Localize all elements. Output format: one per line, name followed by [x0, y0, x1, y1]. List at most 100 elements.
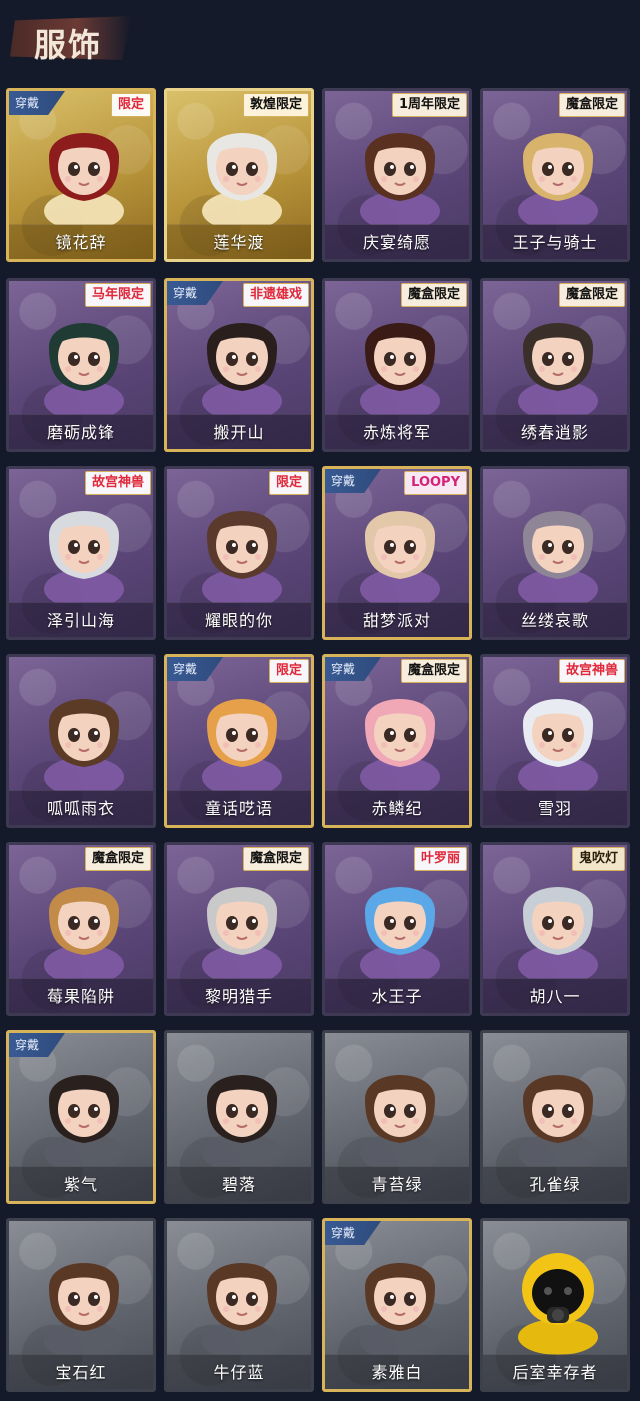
character-portrait [343, 105, 457, 225]
costume-card[interactable]: 孔雀绿 [480, 1030, 630, 1204]
brown-hair-girl-icon [202, 1263, 282, 1355]
captain-hat-boy-icon [518, 133, 598, 225]
costume-name: 雪羽 [537, 799, 572, 818]
costume-card[interactable]: 牛仔蓝 [164, 1218, 314, 1392]
costume-card[interactable]: 穿戴 素雅白 [322, 1218, 472, 1392]
costume-name: 赤鳞纪 [371, 799, 423, 818]
limited-badge: 故宫神兽 [558, 659, 625, 683]
limited-badge: 魔盒限定 [558, 283, 625, 307]
white-hair-girl-icon [518, 699, 598, 791]
character-portrait [27, 295, 141, 415]
limited-badge: 鬼吹灯 [571, 847, 625, 871]
costume-card[interactable]: 呱呱雨衣 [6, 654, 156, 828]
brown-hair-girl-icon [518, 1075, 598, 1167]
dark-hair-boy-icon [202, 323, 282, 415]
costume-card[interactable]: 魔盒限定 绣春逍影 [480, 278, 630, 452]
limited-badge: 魔盒限定 [558, 93, 625, 117]
limited-badge: 魔盒限定 [84, 847, 151, 871]
character-portrait [185, 105, 299, 225]
costume-card[interactable]: 丝缕哀歌 [480, 466, 630, 640]
costume-card[interactable]: 青苔绿 [322, 1030, 472, 1204]
character-portrait [343, 483, 457, 603]
costume-card[interactable]: 故宫神兽雪羽 [480, 654, 630, 828]
character-portrait [27, 105, 141, 225]
cake-boy-icon [360, 133, 440, 225]
character-portrait [185, 859, 299, 979]
costume-card[interactable]: 穿戴 LOOPY 甜梦派对 [322, 466, 472, 640]
costume-card[interactable]: 穿戴 非遗雄戏 搬开山 [164, 278, 314, 452]
costume-name: 紫气 [63, 1175, 98, 1194]
costume-name: 磨砺成锋 [46, 423, 115, 442]
costume-name: 后室幸存者 [512, 1363, 598, 1382]
costume-card[interactable]: 叶罗丽 水王子 [322, 842, 472, 1016]
costume-name: 孔雀绿 [529, 1175, 581, 1194]
costume-name: 甜梦派对 [362, 611, 431, 630]
costume-name: 童话呓语 [204, 799, 273, 818]
costume-card[interactable]: 后室幸存者 [480, 1218, 630, 1392]
masked-general-icon [360, 323, 440, 415]
character-portrait [501, 1235, 615, 1355]
costume-name: 泽引山海 [46, 611, 115, 630]
costume-card[interactable]: 故宫神兽 泽引山海 [6, 466, 156, 640]
character-portrait [501, 295, 615, 415]
costume-card[interactable]: 魔盒限定 王子与骑士 [480, 88, 630, 262]
costume-name: 镜花辞 [55, 233, 107, 252]
character-portrait [343, 295, 457, 415]
limited-badge: 魔盒限定 [400, 659, 467, 683]
costume-card[interactable]: 碧落 [164, 1030, 314, 1204]
costume-card[interactable]: 魔盒限定赤炼将军 [322, 278, 472, 452]
costume-card[interactable]: 敦煌限定 莲华渡 [164, 88, 314, 262]
gothic-girl-icon [518, 511, 598, 603]
limited-badge: 马年限定 [84, 283, 151, 307]
character-portrait [185, 1235, 299, 1355]
costume-card[interactable]: 宝石红 [6, 1218, 156, 1392]
costume-name: 耀眼的你 [204, 611, 273, 630]
character-portrait [27, 483, 141, 603]
goggles-boy-icon [518, 887, 598, 979]
costume-name: 宝石红 [55, 1363, 107, 1382]
limited-badge: 敦煌限定 [242, 93, 309, 117]
character-portrait [343, 671, 457, 791]
limited-badge: 1周年限定 [391, 93, 467, 117]
costume-card[interactable]: 限定 耀眼的你 [164, 466, 314, 640]
costume-card[interactable]: 鬼吹灯 胡八一 [480, 842, 630, 1016]
frog-hat-girl-icon [44, 699, 124, 791]
limited-badge: 叶罗丽 [413, 847, 467, 871]
limited-badge: 限定 [110, 93, 151, 117]
costume-name: 碧落 [221, 1175, 256, 1194]
white-hair-boy-icon [202, 133, 282, 225]
berry-hat-girl-icon [44, 887, 124, 979]
costume-name: 赤炼将军 [362, 423, 431, 442]
character-portrait [185, 671, 299, 791]
costume-card[interactable]: 1周年限定 庆宴绮愿 [322, 88, 472, 262]
character-portrait [343, 1235, 457, 1355]
character-portrait [501, 671, 615, 791]
costume-card[interactable]: 穿戴 限定 童话呓语 [164, 654, 314, 828]
costume-card[interactable]: 魔盒限定莓果陷阱 [6, 842, 156, 1016]
character-portrait [27, 1047, 141, 1167]
party-girl-icon [360, 511, 440, 603]
character-portrait [185, 295, 299, 415]
character-portrait [27, 859, 141, 979]
blue-hair-prince-icon [360, 887, 440, 979]
character-portrait [27, 671, 141, 791]
limited-badge: LOOPY [404, 471, 467, 495]
costume-grid: 穿戴 限定 镜花辞 敦煌限定 莲华渡 1周年限定 庆宴绮愿 魔盒限定 王子与骑士… [0, 0, 640, 1401]
hunter-boy-icon [202, 887, 282, 979]
pink-hair-girl-icon [360, 699, 440, 791]
costume-card[interactable]: 穿戴 限定 镜花辞 [6, 88, 156, 262]
character-portrait [27, 1235, 141, 1355]
brown-hair-girl-icon [44, 1263, 124, 1355]
costume-name: 搬开山 [213, 423, 265, 442]
limited-badge: 魔盒限定 [400, 283, 467, 307]
costume-card[interactable]: 穿戴 魔盒限定 赤鳞纪 [322, 654, 472, 828]
character-portrait [343, 859, 457, 979]
braid-boy-icon [44, 1075, 124, 1167]
costume-card[interactable]: 穿戴 紫气 [6, 1030, 156, 1204]
costume-name: 莓果陷阱 [46, 987, 115, 1006]
costume-card[interactable]: 马年限定磨砺成锋 [6, 278, 156, 452]
limited-badge: 非遗雄戏 [242, 283, 309, 307]
brown-hair-girl-icon [360, 1263, 440, 1355]
costume-name: 牛仔蓝 [213, 1363, 265, 1382]
costume-card[interactable]: 魔盒限定 黎明猎手 [164, 842, 314, 1016]
